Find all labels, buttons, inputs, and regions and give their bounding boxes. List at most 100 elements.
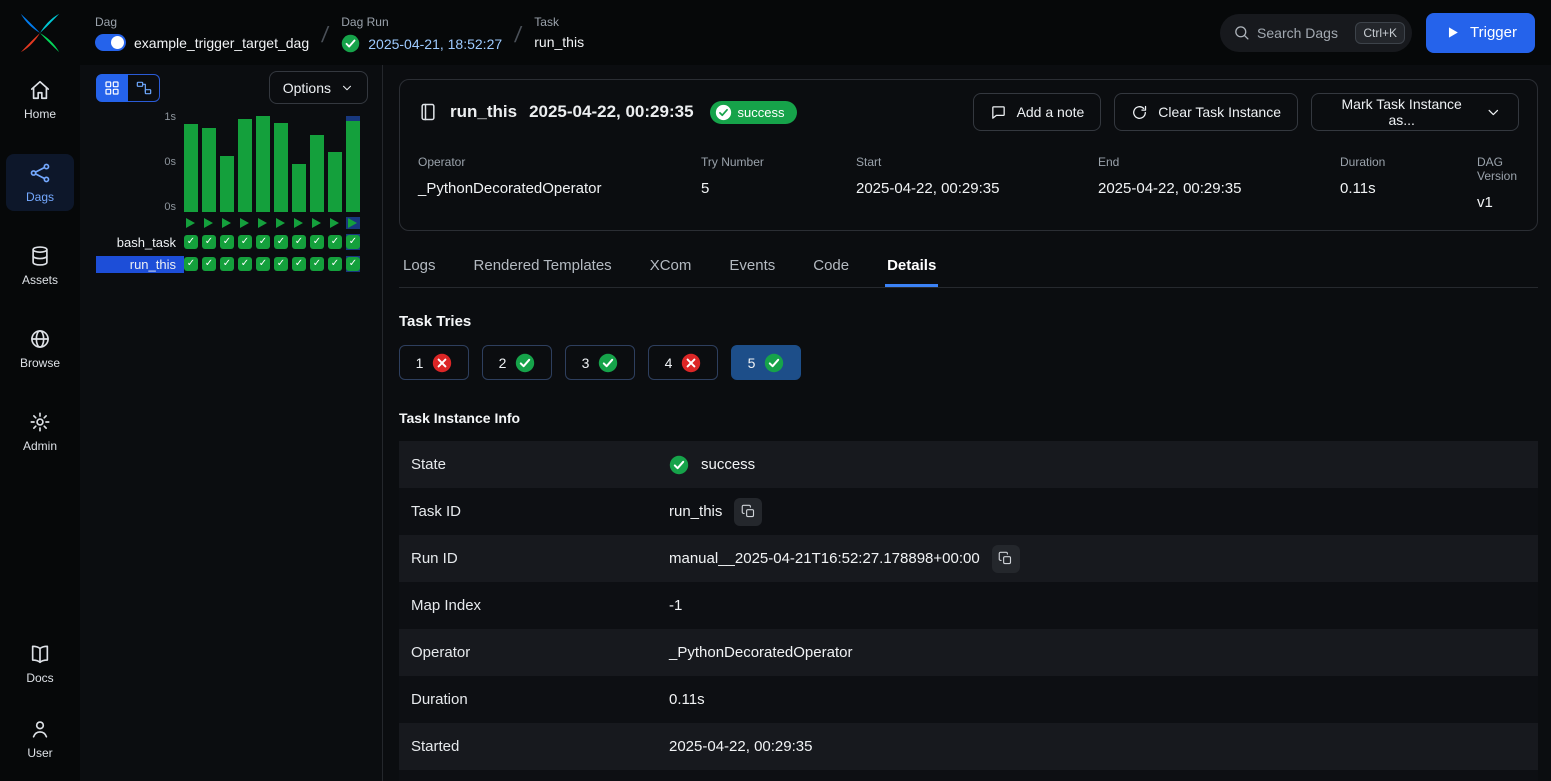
- task-instance-cell[interactable]: ✓: [238, 256, 252, 272]
- tab-xcom[interactable]: XCom: [648, 246, 694, 287]
- task-try-button-2[interactable]: 2: [482, 345, 552, 380]
- mark-task-instance-as-button[interactable]: Mark Task Instance as...: [1311, 93, 1519, 131]
- task-instance-cell[interactable]: ✓: [202, 256, 216, 272]
- meta-dag-version: DAG Versionv1: [1477, 155, 1519, 211]
- task-instance-cell[interactable]: ✓: [274, 256, 288, 272]
- task-instance-title: run_this: [450, 102, 517, 122]
- dag-run-state-icon[interactable]: [346, 217, 360, 229]
- task-instance-cell[interactable]: ✓: [328, 234, 342, 250]
- sidebar-item-admin[interactable]: Admin: [6, 403, 74, 460]
- duration-bar-fill: [274, 123, 288, 212]
- tab-code[interactable]: Code: [811, 246, 851, 287]
- run-duration-bar[interactable]: [220, 116, 234, 212]
- info-value: success: [669, 455, 1526, 475]
- sidebar-item-docs[interactable]: Docs: [6, 635, 74, 692]
- try-number: 3: [582, 355, 590, 371]
- grid-task-label-run-this[interactable]: run_this: [96, 256, 184, 273]
- grid-toolbar: Options: [96, 71, 368, 104]
- sidebar-item-browse[interactable]: Browse: [6, 320, 74, 377]
- task-instance-cell[interactable]: ✓: [346, 256, 360, 272]
- info-row-duration: Duration0.11s: [399, 676, 1538, 723]
- task-instance-cell[interactable]: ✓: [310, 256, 324, 272]
- task-instance-cell[interactable]: ✓: [220, 234, 234, 250]
- sidebar-item-assets[interactable]: Assets: [6, 237, 74, 294]
- tab-logs[interactable]: Logs: [401, 246, 438, 287]
- search-icon: [1233, 24, 1250, 41]
- run-duration-bar[interactable]: [328, 116, 342, 212]
- dag-run-state-icon[interactable]: [238, 217, 252, 229]
- tab-rendered-templates[interactable]: Rendered Templates: [472, 246, 614, 287]
- add-note-button[interactable]: Add a note: [973, 93, 1102, 131]
- task-instance-cell[interactable]: ✓: [202, 234, 216, 250]
- dag-run-state-icon[interactable]: [328, 217, 342, 229]
- info-label: State: [411, 456, 669, 473]
- content-area: Options 1s 0s 0s bash_task✓✓✓✓✓✓✓✓✓✓run_…: [80, 65, 1551, 781]
- run-duration-bar[interactable]: [346, 116, 360, 212]
- duration-bar-fill: [238, 119, 252, 212]
- run-duration-bar[interactable]: [202, 116, 216, 212]
- search-input[interactable]: [1257, 25, 1348, 41]
- dag-run-state-icon[interactable]: [184, 217, 198, 229]
- dag-run-state-icon[interactable]: [256, 217, 270, 229]
- dag-name-link[interactable]: example_trigger_target_dag: [134, 35, 309, 51]
- task-instance-cell[interactable]: ✓: [292, 256, 306, 272]
- dag-run-state-icon[interactable]: [274, 217, 288, 229]
- task-try-button-5[interactable]: 5: [731, 345, 801, 380]
- graph-view-button[interactable]: [128, 74, 160, 102]
- dag-run-state-icon[interactable]: [220, 217, 234, 229]
- options-button[interactable]: Options: [269, 71, 368, 104]
- breadcrumb-separator: /: [320, 22, 330, 48]
- task-instance-cell[interactable]: ✓: [184, 256, 198, 272]
- airflow-logo[interactable]: [0, 0, 80, 65]
- grid-view-button[interactable]: [96, 74, 128, 102]
- meta-label: End: [1098, 155, 1340, 169]
- copy-icon: [998, 551, 1013, 566]
- task-instance-cell[interactable]: ✓: [184, 234, 198, 250]
- task-instance-cell[interactable]: ✓: [220, 256, 234, 272]
- run-duration-bar[interactable]: [184, 116, 198, 212]
- task-instance-cell[interactable]: ✓: [346, 234, 360, 250]
- dag-run-state-icon[interactable]: [292, 217, 306, 229]
- run-duration-bar[interactable]: [310, 116, 324, 212]
- task-instance-cell[interactable]: ✓: [256, 256, 270, 272]
- value-text: 2025-04-22, 00:29:35: [669, 738, 812, 755]
- run-duration-bar[interactable]: [274, 116, 288, 212]
- task-instance-cell[interactable]: ✓: [238, 234, 252, 250]
- search-box[interactable]: Ctrl+K: [1220, 14, 1412, 52]
- duration-bar-fill: [310, 135, 324, 212]
- task-instance-cell[interactable]: ✓: [328, 256, 342, 272]
- dag-run-link[interactable]: 2025-04-21, 18:52:27: [368, 36, 502, 52]
- top-header: Dag example_trigger_target_dag / Dag Run: [80, 0, 1551, 65]
- grid-task-label-bash-task[interactable]: bash_task: [96, 234, 184, 251]
- sidebar-item-user[interactable]: User: [6, 710, 74, 767]
- dag-run-state-icon[interactable]: [202, 217, 216, 229]
- task-instance-cell[interactable]: ✓: [310, 234, 324, 250]
- task-instance-cell[interactable]: ✓: [256, 234, 270, 250]
- run-duration-bar[interactable]: [292, 116, 306, 212]
- tab-details[interactable]: Details: [885, 246, 938, 287]
- tab-events[interactable]: Events: [727, 246, 777, 287]
- grid-task-instances: ✓✓✓✓✓✓✓✓✓✓: [184, 234, 368, 251]
- info-row-ended: Ended2025-04-22, 00:29:35: [399, 770, 1538, 781]
- task-try-button-1[interactable]: 1: [399, 345, 469, 380]
- search-shortcut-badge: Ctrl+K: [1355, 22, 1405, 44]
- copy-button[interactable]: [734, 498, 762, 526]
- dag-pause-toggle[interactable]: [95, 34, 126, 51]
- info-row-started: Started2025-04-22, 00:29:35: [399, 723, 1538, 770]
- sidebar-nav-top: Home Dags Assets Browse Admin: [0, 65, 80, 466]
- meta-label: Duration: [1340, 155, 1477, 169]
- copy-button[interactable]: [992, 545, 1020, 573]
- clear-task-instance-button[interactable]: Clear Task Instance: [1114, 93, 1298, 131]
- task-try-button-3[interactable]: 3: [565, 345, 635, 380]
- task-instance-cell[interactable]: ✓: [274, 234, 288, 250]
- run-duration-bar[interactable]: [238, 116, 252, 212]
- trigger-button[interactable]: Trigger: [1426, 13, 1535, 53]
- info-label: Map Index: [411, 597, 669, 614]
- run-duration-bar[interactable]: [256, 116, 270, 212]
- sidebar-item-home[interactable]: Home: [6, 71, 74, 128]
- sidebar-item-dags[interactable]: Dags: [6, 154, 74, 211]
- dag-run-state-icon[interactable]: [310, 217, 324, 229]
- task-try-button-4[interactable]: 4: [648, 345, 718, 380]
- info-label: Duration: [411, 691, 669, 708]
- task-instance-cell[interactable]: ✓: [292, 234, 306, 250]
